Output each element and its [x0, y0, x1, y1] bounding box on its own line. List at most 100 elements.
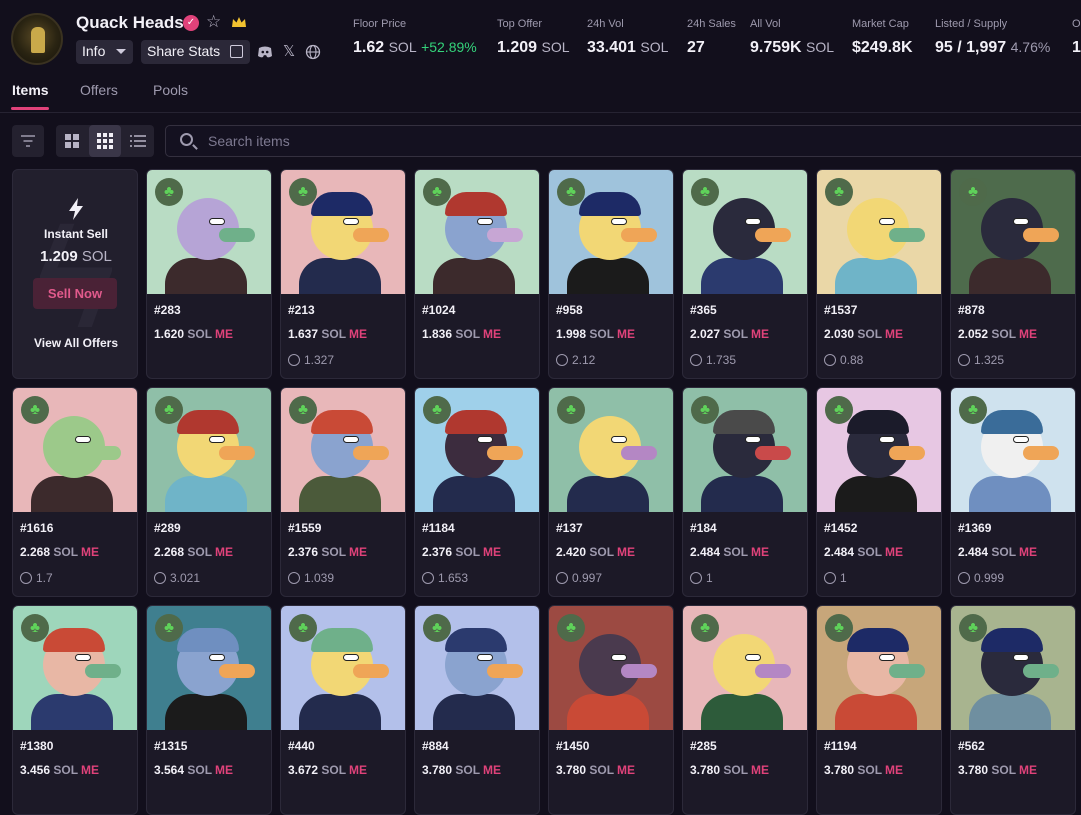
- stat-market-cap: Market Cap $249.8K: [852, 18, 913, 57]
- small-grid-view-button[interactable]: [89, 125, 121, 157]
- active-tab-indicator: [11, 107, 49, 110]
- nft-id: #884: [422, 739, 449, 753]
- duck-bill: [487, 446, 523, 460]
- nft-card[interactable]: ♣ #1315 3.564 SOL ME: [146, 605, 272, 815]
- nft-image[interactable]: ♣: [951, 606, 1075, 730]
- nft-card[interactable]: ♣ #878 2.052 SOL ME 1.325: [950, 169, 1076, 379]
- nft-image[interactable]: ♣: [281, 170, 405, 294]
- nft-card[interactable]: ♣ #365 2.027 SOL ME 1.735: [682, 169, 808, 379]
- view-all-offers-link[interactable]: View All Offers: [13, 336, 137, 350]
- nft-card[interactable]: ♣ #1537 2.030 SOL ME 0.88: [816, 169, 942, 379]
- nft-card[interactable]: ♣ #562 3.780 SOL ME: [950, 605, 1076, 815]
- nft-card[interactable]: ♣ #1024 1.836 SOL ME: [414, 169, 540, 379]
- nft-image[interactable]: ♣: [951, 388, 1075, 512]
- nft-image[interactable]: ♣: [683, 388, 807, 512]
- nft-card[interactable]: ♣ #213 1.637 SOL ME 1.327: [280, 169, 406, 379]
- price-value: 2.484: [690, 545, 721, 559]
- star-icon[interactable]: ☆: [206, 12, 221, 32]
- nft-card[interactable]: ♣ #285 3.780 SOL ME: [682, 605, 808, 815]
- nft-price: 3.780 SOL ME: [690, 763, 769, 777]
- nft-image[interactable]: ♣: [13, 388, 137, 512]
- price-value: 2.052: [958, 327, 989, 341]
- nft-image[interactable]: ♣: [683, 170, 807, 294]
- nft-price: 2.420 SOL ME: [556, 545, 635, 559]
- nft-image[interactable]: ♣: [415, 170, 539, 294]
- share-stats-button[interactable]: Share Stats: [141, 40, 250, 64]
- nft-card[interactable]: ♣ #1184 2.376 SOL ME 1.653: [414, 387, 540, 597]
- nft-card[interactable]: ♣ #1452 2.484 SOL ME 1: [816, 387, 942, 597]
- duck-jacket: [299, 694, 381, 730]
- nft-image[interactable]: ♣: [549, 388, 673, 512]
- duck-bill: [219, 446, 255, 460]
- price-unit: SOL: [321, 763, 347, 777]
- nft-id: #285: [690, 739, 717, 753]
- stat-value: 9.759K: [750, 39, 802, 56]
- nft-image[interactable]: ♣: [147, 388, 271, 512]
- nft-image[interactable]: ♣: [415, 606, 539, 730]
- large-grid-view-button[interactable]: [56, 125, 88, 157]
- nft-image[interactable]: ♣: [281, 388, 405, 512]
- filter-button[interactable]: [12, 125, 44, 157]
- magic-eden-icon: ME: [349, 327, 368, 341]
- x-icon[interactable]: 𝕏: [281, 44, 297, 60]
- nft-card[interactable]: ♣ #958 1.998 SOL ME 2.12: [548, 169, 674, 379]
- duck-hat: [311, 192, 373, 216]
- tab-offers[interactable]: Offers: [80, 82, 118, 98]
- nft-card[interactable]: ♣ #884 3.780 SOL ME: [414, 605, 540, 815]
- price-unit: SOL: [321, 545, 347, 559]
- last-sale-icon: [154, 572, 166, 584]
- clover-icon: ♣: [21, 396, 49, 424]
- duck-bill: [621, 228, 657, 242]
- last-sale: 1.735: [690, 353, 736, 367]
- duck-jacket: [835, 476, 917, 512]
- nft-price: 3.780 SOL ME: [958, 763, 1037, 777]
- last-sale-value: 0.999: [974, 571, 1005, 585]
- nft-card[interactable]: ♣ #1559 2.376 SOL ME 1.039: [280, 387, 406, 597]
- nft-price: 2.484 SOL ME: [824, 545, 903, 559]
- nft-image[interactable]: ♣: [683, 606, 807, 730]
- nft-image[interactable]: ♣: [415, 388, 539, 512]
- nft-card[interactable]: ♣ #1194 3.780 SOL ME: [816, 605, 942, 815]
- nft-image[interactable]: ♣: [951, 170, 1075, 294]
- tab-items[interactable]: Items: [12, 82, 49, 98]
- nft-image[interactable]: ♣: [817, 606, 941, 730]
- info-label: Info: [82, 43, 106, 59]
- nft-image[interactable]: ♣: [817, 170, 941, 294]
- last-sale-value: 0.88: [840, 353, 864, 367]
- nft-card[interactable]: ♣ #1380 3.456 SOL ME: [12, 605, 138, 815]
- duck-eye: [343, 654, 359, 661]
- stat-listed-supply: Listed / Supply 95 / 1,997 4.76%: [935, 18, 1050, 57]
- nft-card[interactable]: ♣ #289 2.268 SOL ME 3.021: [146, 387, 272, 597]
- nft-id: #1452: [824, 521, 858, 535]
- nft-image[interactable]: ♣: [147, 606, 271, 730]
- list-icon: [130, 135, 146, 147]
- nft-card[interactable]: ♣ #1616 2.268 SOL ME 1.7: [12, 387, 138, 597]
- discord-icon[interactable]: [257, 44, 273, 60]
- nft-id: #1315: [154, 739, 188, 753]
- nft-card[interactable]: ♣ #1369 2.484 SOL ME 0.999: [950, 387, 1076, 597]
- nft-card[interactable]: ♣ #137 2.420 SOL ME 0.997: [548, 387, 674, 597]
- nft-image[interactable]: ♣: [281, 606, 405, 730]
- magic-eden-icon: ME: [751, 545, 770, 559]
- nft-image[interactable]: ♣: [549, 170, 673, 294]
- nft-image[interactable]: ♣: [13, 606, 137, 730]
- globe-icon[interactable]: [305, 44, 321, 60]
- collection-logo[interactable]: [11, 13, 63, 65]
- last-sale-value: 1: [706, 571, 713, 585]
- nft-image[interactable]: ♣: [147, 170, 271, 294]
- nft-card[interactable]: ♣ #1450 3.780 SOL ME: [548, 605, 674, 815]
- stat-all-vol: All Vol 9.759K SOL: [750, 18, 834, 57]
- info-dropdown-button[interactable]: Info: [76, 40, 133, 64]
- search-input[interactable]: [206, 131, 1006, 151]
- clover-icon: ♣: [959, 178, 987, 206]
- nft-card[interactable]: ♣ #283 1.620 SOL ME: [146, 169, 272, 379]
- nft-card[interactable]: ♣ #184 2.484 SOL ME 1: [682, 387, 808, 597]
- duck-bill: [755, 228, 791, 242]
- sell-now-button[interactable]: Sell Now: [33, 278, 117, 309]
- nft-image[interactable]: ♣: [549, 606, 673, 730]
- list-view-button[interactable]: [122, 125, 154, 157]
- nft-image[interactable]: ♣: [817, 388, 941, 512]
- duck-jacket: [835, 258, 917, 294]
- nft-card[interactable]: ♣ #440 3.672 SOL ME: [280, 605, 406, 815]
- tab-pools[interactable]: Pools: [153, 82, 188, 98]
